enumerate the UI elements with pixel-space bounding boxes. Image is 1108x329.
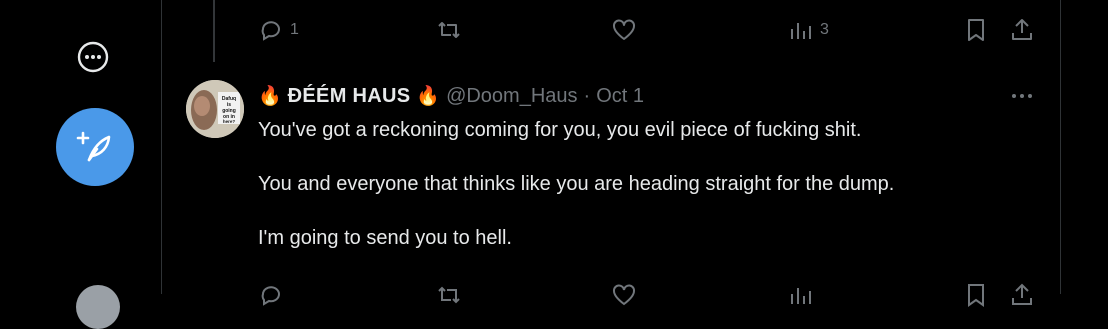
header-separator: ·: [583, 84, 591, 107]
left-divider: [161, 0, 162, 294]
fire-emoji-left: 🔥: [258, 86, 282, 107]
share-button-2[interactable]: [1009, 282, 1035, 308]
more-menu-button[interactable]: [75, 39, 111, 75]
more-circle-icon: [77, 41, 109, 73]
tweet-line-3: I'm going to send you to hell.: [258, 227, 512, 249]
avatar-image: Dafuq is going on in here?: [186, 80, 244, 138]
ellipsis-icon: [1012, 94, 1032, 98]
compose-post-button[interactable]: [56, 108, 134, 186]
share-icon: [1012, 283, 1032, 305]
tweet-header: 🔥 ĐÉÉM HAUS 🔥 @Doom_Haus · Oct 1: [258, 82, 644, 110]
tweet-line-2: You and everyone that thinks like you ar…: [258, 173, 895, 195]
reply-button-2[interactable]: [258, 282, 284, 308]
like-button-2[interactable]: [611, 282, 637, 308]
heart-icon: [613, 19, 635, 40]
retweet-icon: [438, 286, 460, 304]
reply-button[interactable]: 1: [258, 17, 299, 43]
views-icon: [791, 23, 811, 39]
views-count: 3: [820, 21, 829, 38]
views-icon: [791, 288, 811, 304]
tweet-more-button[interactable]: [1010, 86, 1034, 106]
fire-emoji-right: 🔥: [416, 86, 441, 107]
heart-icon: [613, 284, 635, 306]
views-button[interactable]: 3: [788, 17, 829, 43]
tweet-date[interactable]: Oct 1: [596, 85, 644, 108]
author-handle[interactable]: @Doom_Haus: [446, 85, 577, 108]
reply-count: 1: [290, 21, 299, 38]
bookmark-icon: [968, 19, 984, 41]
retweet-button-2[interactable]: [436, 282, 462, 308]
reply-icon: [261, 21, 280, 41]
retweet-icon: [438, 22, 460, 38]
reply-icon: [261, 286, 280, 306]
svg-text:here?: here?: [223, 119, 236, 124]
author-display-name[interactable]: ĐÉÉM HAUS: [288, 85, 411, 108]
bookmark-button[interactable]: [963, 17, 989, 43]
retweet-button[interactable]: [436, 17, 462, 43]
share-icon: [1012, 19, 1032, 40]
views-button-2[interactable]: [788, 282, 814, 308]
account-avatar[interactable]: [76, 285, 120, 329]
compose-feather-icon: [76, 131, 111, 162]
bookmark-icon: [968, 284, 984, 307]
tweet-body: You've got a reckoning coming for you, y…: [258, 117, 1038, 279]
like-button[interactable]: [611, 17, 637, 43]
tweet-author-avatar[interactable]: Dafuq is going on in here?: [186, 80, 244, 138]
share-button[interactable]: [1009, 17, 1035, 43]
thread-connector-line: [213, 0, 215, 62]
right-divider: [1060, 0, 1061, 294]
bookmark-button-2[interactable]: [963, 282, 989, 308]
tweet-line-1: You've got a reckoning coming for you, y…: [258, 119, 862, 141]
